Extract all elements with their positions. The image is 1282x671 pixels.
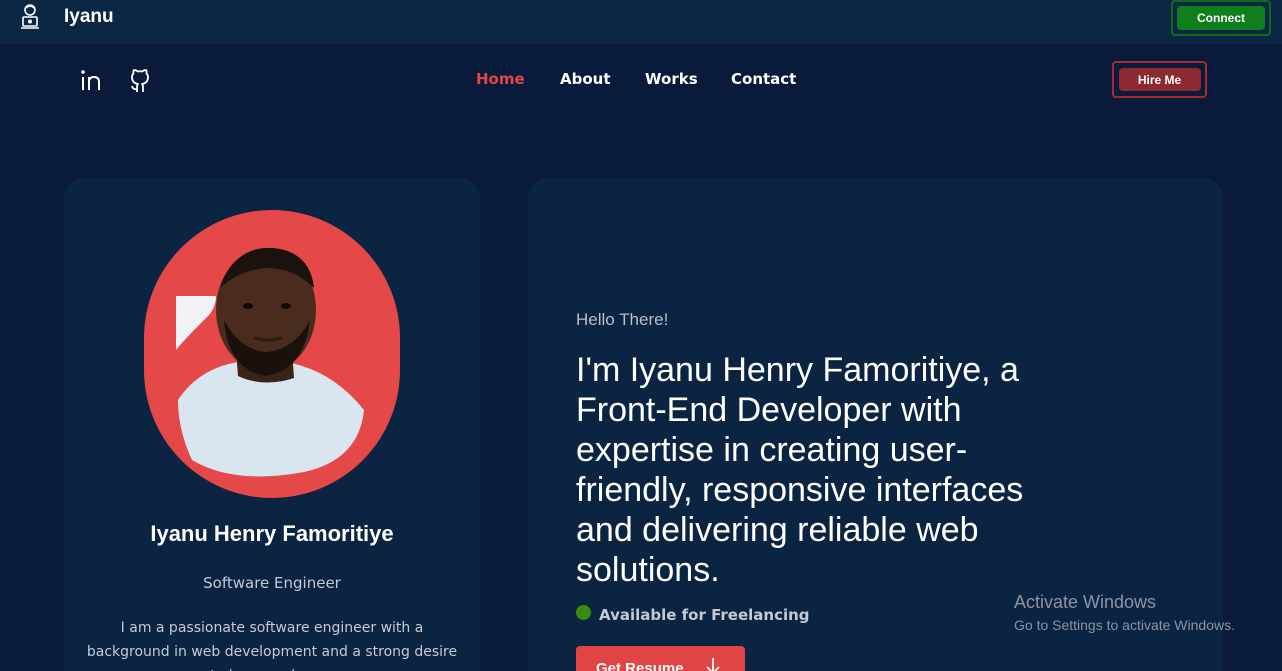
activation-watermark: Activate Windows Go to Settings to activ… xyxy=(1014,592,1235,633)
profile-role: Software Engineer xyxy=(203,574,341,592)
availability-text: Available for Freelancing xyxy=(599,606,810,624)
main-nav: Home About Works Contact xyxy=(0,70,1282,92)
nav-works[interactable]: Works xyxy=(645,70,698,88)
hire-me-button[interactable]: Hire Me xyxy=(1118,68,1201,91)
hero-headline: I'm Iyanu Henry Famoritiye, a Front-End … xyxy=(576,351,1024,589)
get-resume-label: Get Resume xyxy=(596,659,684,671)
status-dot-icon xyxy=(576,604,591,620)
nav-about[interactable]: About xyxy=(560,70,611,88)
profile-name: Iyanu Henry Famoritiye xyxy=(150,521,394,546)
profile-card: Iyanu Henry Famoritiye Software Engineer… xyxy=(64,178,480,671)
watermark-title: Activate Windows xyxy=(1014,592,1157,612)
availability-status: Available for Freelancing xyxy=(576,604,810,624)
user-laptop-icon[interactable] xyxy=(18,2,42,30)
download-arrow-icon xyxy=(704,656,722,671)
avatar xyxy=(144,210,400,498)
nav-home[interactable]: Home xyxy=(476,70,525,88)
connect-button[interactable]: Connect xyxy=(1177,6,1265,30)
nav-contact[interactable]: Contact xyxy=(731,70,796,88)
get-resume-button[interactable]: Get Resume xyxy=(576,646,745,671)
hire-me-button-frame: Hire Me xyxy=(1112,61,1207,98)
top-bar: Iyanu Connect xyxy=(0,0,1282,44)
connect-button-frame: Connect xyxy=(1171,0,1271,36)
watermark-subtitle: Go to Settings to activate Windows. xyxy=(1014,617,1235,633)
profile-bio: I am a passionate software engineer with… xyxy=(86,620,458,671)
brand-name[interactable]: Iyanu xyxy=(64,6,114,28)
greeting: Hello There! xyxy=(576,310,669,329)
